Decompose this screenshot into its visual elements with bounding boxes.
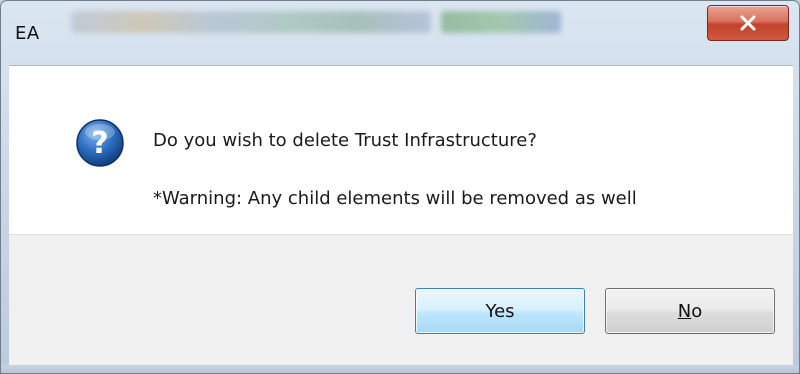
close-icon xyxy=(740,15,756,31)
button-bar: Yes No xyxy=(9,234,793,365)
window-title: EA xyxy=(15,23,40,44)
question-icon: ? xyxy=(75,118,125,168)
yes-button-label: Yes xyxy=(485,300,515,322)
message-dialog: EA ? Do you wish to delete Trust Infrast… xyxy=(0,0,800,374)
warning-text: *Warning: Any child elements will be rem… xyxy=(153,188,637,209)
window-bottom-border xyxy=(1,365,799,373)
svg-text:?: ? xyxy=(91,126,108,161)
no-button[interactable]: No xyxy=(605,288,775,334)
no-button-label: o xyxy=(691,300,703,322)
message-text: Do you wish to delete Trust Infrastructu… xyxy=(153,130,537,151)
yes-button[interactable]: Yes xyxy=(415,288,585,334)
close-button[interactable] xyxy=(707,5,789,41)
message-area: ? Do you wish to delete Trust Infrastruc… xyxy=(9,65,793,234)
background-blur xyxy=(441,11,561,33)
background-blur xyxy=(71,11,431,33)
title-bar[interactable]: EA xyxy=(1,1,799,65)
no-button-mnemonic: N xyxy=(677,300,692,322)
